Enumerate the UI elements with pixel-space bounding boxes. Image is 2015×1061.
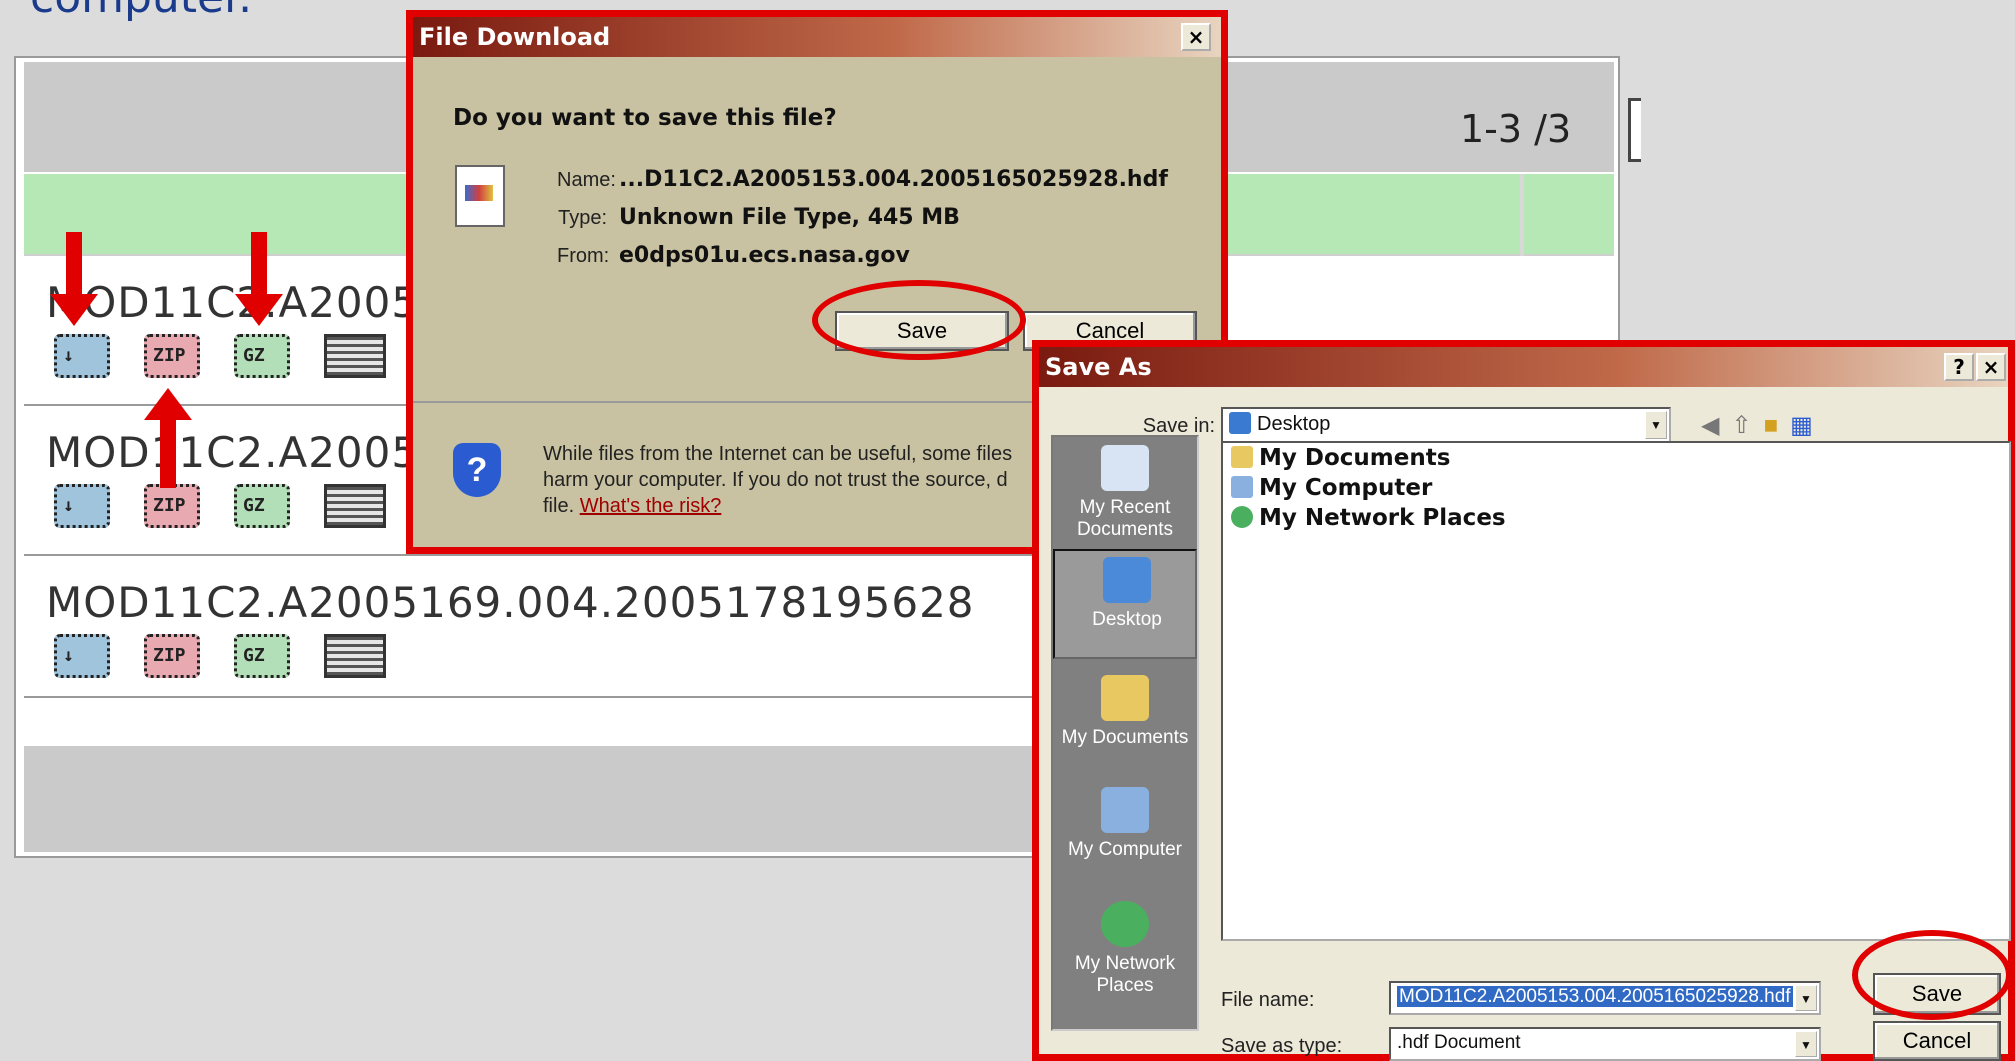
back-icon[interactable]: ◀: [1701, 412, 1731, 439]
highlight-ring: [812, 280, 1026, 360]
security-warning: While files from the Internet can be use…: [543, 443, 1013, 517]
file-list: My Documents My Computer My Network Plac…: [1221, 441, 2011, 941]
granule-name: MOD11C2.A2005169.004.2005178195628: [46, 578, 975, 627]
file-name-field[interactable]: MOD11C2.A2005153.004.2005165025928.hdf ▼: [1389, 981, 1821, 1015]
place-desktop[interactable]: Desktop: [1053, 549, 1197, 659]
list-item[interactable]: My Computer: [1231, 475, 1432, 501]
my-computer-icon: [1101, 787, 1149, 833]
red-arrow-up-icon: [144, 388, 192, 488]
file-type-icon: [455, 165, 505, 227]
download-question: Do you want to save this file?: [453, 105, 837, 131]
download-gz-icon[interactable]: GZ: [234, 634, 290, 678]
list-item[interactable]: My Documents: [1231, 445, 1450, 471]
network-places-icon: [1231, 506, 1253, 528]
download-zip-icon[interactable]: ZIP: [144, 334, 200, 378]
download-folder-icon[interactable]: ↓: [54, 334, 110, 378]
save-as-titlebar: Save As ? ×: [1039, 347, 2008, 387]
place-my-computer[interactable]: My Computer: [1053, 781, 1197, 891]
granule-name: MOD11C2.A20051: [46, 428, 447, 477]
download-gz-icon[interactable]: GZ: [234, 334, 290, 378]
help-icon[interactable]: ?: [1944, 353, 1974, 381]
recent-documents-icon: [1101, 445, 1149, 491]
close-icon[interactable]: ×: [1181, 23, 1211, 51]
chevron-down-icon[interactable]: ▼: [1795, 985, 1817, 1011]
desktop-icon: [1229, 412, 1251, 434]
places-bar: My Recent Documents Desktop My Documents…: [1051, 435, 1199, 1031]
results-count: 1-3 /3: [1460, 107, 1572, 151]
metadata-icon[interactable]: [324, 334, 386, 378]
metadata-icon[interactable]: [324, 484, 386, 528]
file-name-label: File name:: [1221, 989, 1315, 1011]
place-my-documents[interactable]: My Documents: [1053, 669, 1197, 779]
red-arrow-down-icon: [235, 232, 283, 326]
close-icon[interactable]: ×: [1976, 353, 2006, 381]
save-as-type-select[interactable]: .hdf Document ▼: [1389, 1027, 1821, 1061]
toolbar-icons: ◀⇧■▦: [1701, 411, 1825, 440]
red-arrow-down-icon: [50, 232, 98, 326]
file-type-value: Unknown File Type, 445 MB: [619, 205, 960, 230]
download-gz-icon[interactable]: GZ: [234, 484, 290, 528]
place-network-places[interactable]: My Network Places: [1053, 895, 1197, 1005]
shield-icon: ?: [453, 443, 501, 497]
risk-link[interactable]: What's the risk?: [580, 495, 722, 517]
chevron-down-icon[interactable]: ▼: [1645, 411, 1667, 439]
highlight-ring: [1852, 930, 2012, 1020]
cancel-button[interactable]: Cancel: [1873, 1021, 2001, 1061]
list-item[interactable]: My Network Places: [1231, 505, 1506, 531]
save-as-type-label: Save as type:: [1221, 1035, 1343, 1057]
download-folder-icon[interactable]: ↓: [54, 634, 110, 678]
from-value: e0dps01u.ecs.nasa.gov: [619, 243, 910, 268]
desktop-icon: [1103, 557, 1151, 603]
download-zip-icon[interactable]: ZIP: [144, 484, 200, 528]
views-icon[interactable]: ▦: [1790, 412, 1825, 439]
from-label: From:: [557, 245, 610, 267]
download-zip-icon[interactable]: ZIP: [144, 634, 200, 678]
type-label: Type:: [558, 207, 607, 229]
chevron-down-icon[interactable]: ▼: [1795, 1031, 1817, 1057]
metadata-icon[interactable]: [324, 634, 386, 678]
download-folder-icon[interactable]: ↓: [54, 484, 110, 528]
save-in-select[interactable]: Desktop ▼: [1221, 407, 1671, 443]
my-documents-icon: [1231, 446, 1253, 468]
place-recent-documents[interactable]: My Recent Documents: [1053, 439, 1197, 549]
page-heading: computer.: [30, 0, 252, 23]
up-folder-icon[interactable]: ⇧: [1731, 412, 1763, 439]
page-input[interactable]: [1628, 98, 1641, 162]
file-download-titlebar: File Download ×: [413, 17, 1221, 57]
name-label: Name:: [557, 169, 616, 191]
my-computer-icon: [1231, 476, 1253, 498]
network-places-icon: [1101, 901, 1149, 947]
my-documents-icon: [1101, 675, 1149, 721]
new-folder-icon[interactable]: ■: [1764, 412, 1791, 439]
file-name-value: ...D11C2.A2005153.004.2005165025928.hdf: [619, 167, 1168, 192]
